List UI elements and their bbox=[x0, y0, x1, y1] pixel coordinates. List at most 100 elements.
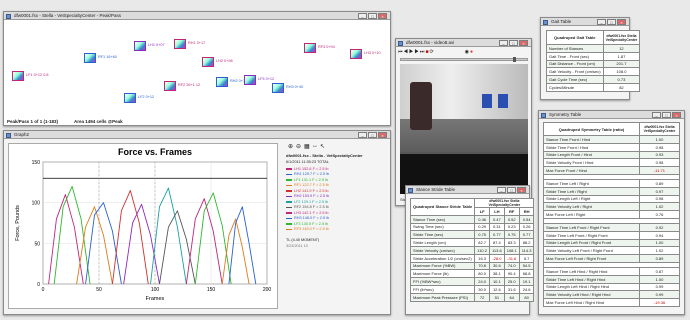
row-value: -11.71 bbox=[639, 166, 680, 175]
symmetry-title: Symmetry Table bbox=[549, 112, 582, 117]
close-button[interactable]: × bbox=[617, 19, 626, 25]
minimize-button[interactable]: – bbox=[358, 13, 367, 19]
video-window: dfw0001.fsx - video8.avi – □ × ⏮◀▶▶⏭■⟳ ◉●… bbox=[395, 38, 532, 206]
row-label: Maximum Peak Pressure (PSI) bbox=[409, 292, 476, 302]
maximize-button[interactable]: □ bbox=[507, 187, 516, 193]
footprint-label: LF1 0+12 0.8 bbox=[26, 73, 49, 77]
zoom-in-icon[interactable]: ⊕ bbox=[288, 143, 293, 150]
table-row: Stride Length Left Hind / Right Hind 0.99 bbox=[543, 282, 680, 292]
row-value: 0.89 bbox=[639, 178, 680, 188]
close-button[interactable]: × bbox=[672, 112, 681, 118]
table-row: Gait Cycle Time (sec) 0.73 bbox=[546, 75, 641, 84]
legend-sub: 6/1/2011 11:35:23 TOTAL bbox=[286, 160, 329, 164]
row-value: 0.76 bbox=[639, 210, 680, 219]
app-icon bbox=[541, 112, 546, 118]
row-value: 38.1 bbox=[489, 269, 505, 279]
close-button[interactable]: × bbox=[378, 13, 387, 19]
table-row: FFI (%BW*sec) 24.0 10.1 25.0 19.1 bbox=[409, 277, 535, 286]
footprint[interactable] bbox=[272, 83, 284, 93]
legend-swatch bbox=[286, 201, 292, 203]
legend-label: RH3 148.0 F = 2.5 lb bbox=[294, 216, 330, 221]
row-value: 0.75 bbox=[474, 230, 490, 240]
legend-item[interactable]: RF3 145.0 F = 2.5 lb bbox=[286, 227, 388, 233]
table-row: Stride Velocity Left Hind / Right Hind 0.… bbox=[543, 290, 680, 300]
minimize-button[interactable]: – bbox=[652, 112, 661, 118]
row-value: 16.3 bbox=[474, 253, 490, 263]
row-value: 10.1 bbox=[489, 277, 505, 286]
footprint[interactable] bbox=[124, 93, 136, 103]
row-label: Number of Stances bbox=[546, 44, 604, 53]
legend-label: LF2 129.1 F = 2.5 lb bbox=[294, 199, 329, 204]
footprint-canvas[interactable]: LF1 0+12 0.8 RF1 16+60 LH1 0+07 RH1 3+17 LF2… bbox=[4, 21, 390, 117]
video-person bbox=[410, 82, 432, 130]
video-titlebar[interactable]: dfw0001.fsx - video8.avi – □ × bbox=[396, 39, 531, 47]
gait-titlebar[interactable]: Gait Table – □ × bbox=[541, 18, 629, 26]
row-value: 68.8 bbox=[518, 269, 535, 279]
table-row: Stride Acceleration 1/2 (cm/sec2) 16.3 -28… bbox=[409, 253, 535, 263]
video-slider-thumb[interactable] bbox=[513, 57, 516, 62]
y-tick-label: 100 bbox=[32, 201, 41, 207]
legend-label: LF3 130.5 F = 2.5 lb bbox=[294, 221, 329, 226]
footprint-label: LH2 0+98 bbox=[216, 59, 233, 63]
legend-label: LF1 131.1 F = 2.5 lb bbox=[294, 177, 329, 182]
legend-swatch bbox=[286, 179, 292, 181]
footprint[interactable] bbox=[12, 71, 24, 81]
symmetry-titlebar[interactable]: Symmetry Table – □ × bbox=[539, 111, 684, 119]
cursor-icon[interactable]: ↖ bbox=[320, 143, 325, 150]
row-value: 80 bbox=[518, 292, 535, 302]
footprint[interactable] bbox=[244, 75, 256, 85]
stride-titlebar[interactable]: Stance Stride Table – □ × bbox=[406, 186, 529, 194]
footprint[interactable] bbox=[202, 57, 214, 67]
close-button[interactable]: × bbox=[378, 132, 387, 138]
minimize-button[interactable]: – bbox=[499, 40, 508, 46]
row-value: 30.6 bbox=[489, 261, 505, 271]
maximize-button[interactable]: □ bbox=[368, 13, 377, 19]
row-value: 31.6 bbox=[503, 284, 520, 294]
legend-label: RH1 129.7 F = 2.5 lb bbox=[294, 172, 330, 177]
row-label: Max Force Left Front / Right Front bbox=[543, 254, 640, 263]
graph-titlebar[interactable]: Graph2 – □ × bbox=[4, 131, 390, 139]
footprint[interactable] bbox=[350, 49, 362, 59]
minimize-button[interactable]: – bbox=[358, 132, 367, 138]
grid-icon[interactable]: ▦ bbox=[304, 143, 310, 150]
minimize-button[interactable]: – bbox=[597, 19, 606, 25]
footprint[interactable] bbox=[164, 81, 176, 91]
record-icon[interactable]: ● bbox=[470, 49, 474, 55]
footprint[interactable] bbox=[84, 53, 96, 63]
peak-pass-titlebar[interactable]: dfw0001.fsx - Stella - VetSpecialtyCente… bbox=[4, 12, 390, 20]
row-value: -19.36 bbox=[639, 298, 680, 307]
table-row: Max Force Left / Right 0.76 bbox=[543, 210, 680, 219]
maximize-button[interactable]: □ bbox=[509, 40, 518, 46]
row-label: Stride Time Left Front / Right Front bbox=[543, 230, 640, 240]
footprint[interactable] bbox=[174, 39, 186, 49]
maximize-button[interactable]: □ bbox=[607, 19, 616, 25]
footprint[interactable] bbox=[134, 41, 146, 51]
footprint[interactable] bbox=[304, 43, 316, 53]
close-button[interactable]: × bbox=[519, 40, 528, 46]
footprint-label: LF3 0+12 bbox=[258, 77, 275, 81]
graph-toolbar: ⊕ ⊖ ▦ ↔ ↖ bbox=[288, 143, 348, 151]
maximize-button[interactable]: □ bbox=[368, 132, 377, 138]
row-value: 1.00 bbox=[639, 238, 680, 248]
row-value: 12 bbox=[602, 44, 641, 53]
legend-swatch bbox=[286, 228, 292, 230]
row-value: 87.4 bbox=[489, 238, 505, 247]
table-row: Number of Stances 12 bbox=[546, 44, 641, 53]
close-button[interactable]: × bbox=[517, 187, 526, 193]
legend-label: RF3 145.0 F = 2.5 lb bbox=[294, 227, 329, 232]
legend-swatch bbox=[286, 190, 292, 192]
minimize-button[interactable]: – bbox=[497, 187, 506, 193]
zoom-out-icon[interactable]: ⊖ bbox=[296, 143, 301, 150]
pan-icon[interactable]: ↔ bbox=[312, 143, 318, 149]
video-slider[interactable] bbox=[400, 57, 528, 62]
footprint[interactable] bbox=[216, 77, 228, 87]
row-value: 88.2 bbox=[518, 238, 535, 247]
row-label: Stance Time Left Hind / Right Hind bbox=[543, 266, 640, 276]
loop-icon[interactable]: ⟳ bbox=[429, 49, 434, 55]
row-label: Stance Time Left Front / Right Front bbox=[543, 222, 640, 232]
legend-label: LH2 141.9 F = 2.5 lb bbox=[294, 188, 329, 193]
x-tick-label: 50 bbox=[96, 287, 102, 293]
app-icon bbox=[398, 40, 403, 46]
y-tick-label: 0 bbox=[37, 282, 40, 288]
maximize-button[interactable]: □ bbox=[662, 112, 671, 118]
